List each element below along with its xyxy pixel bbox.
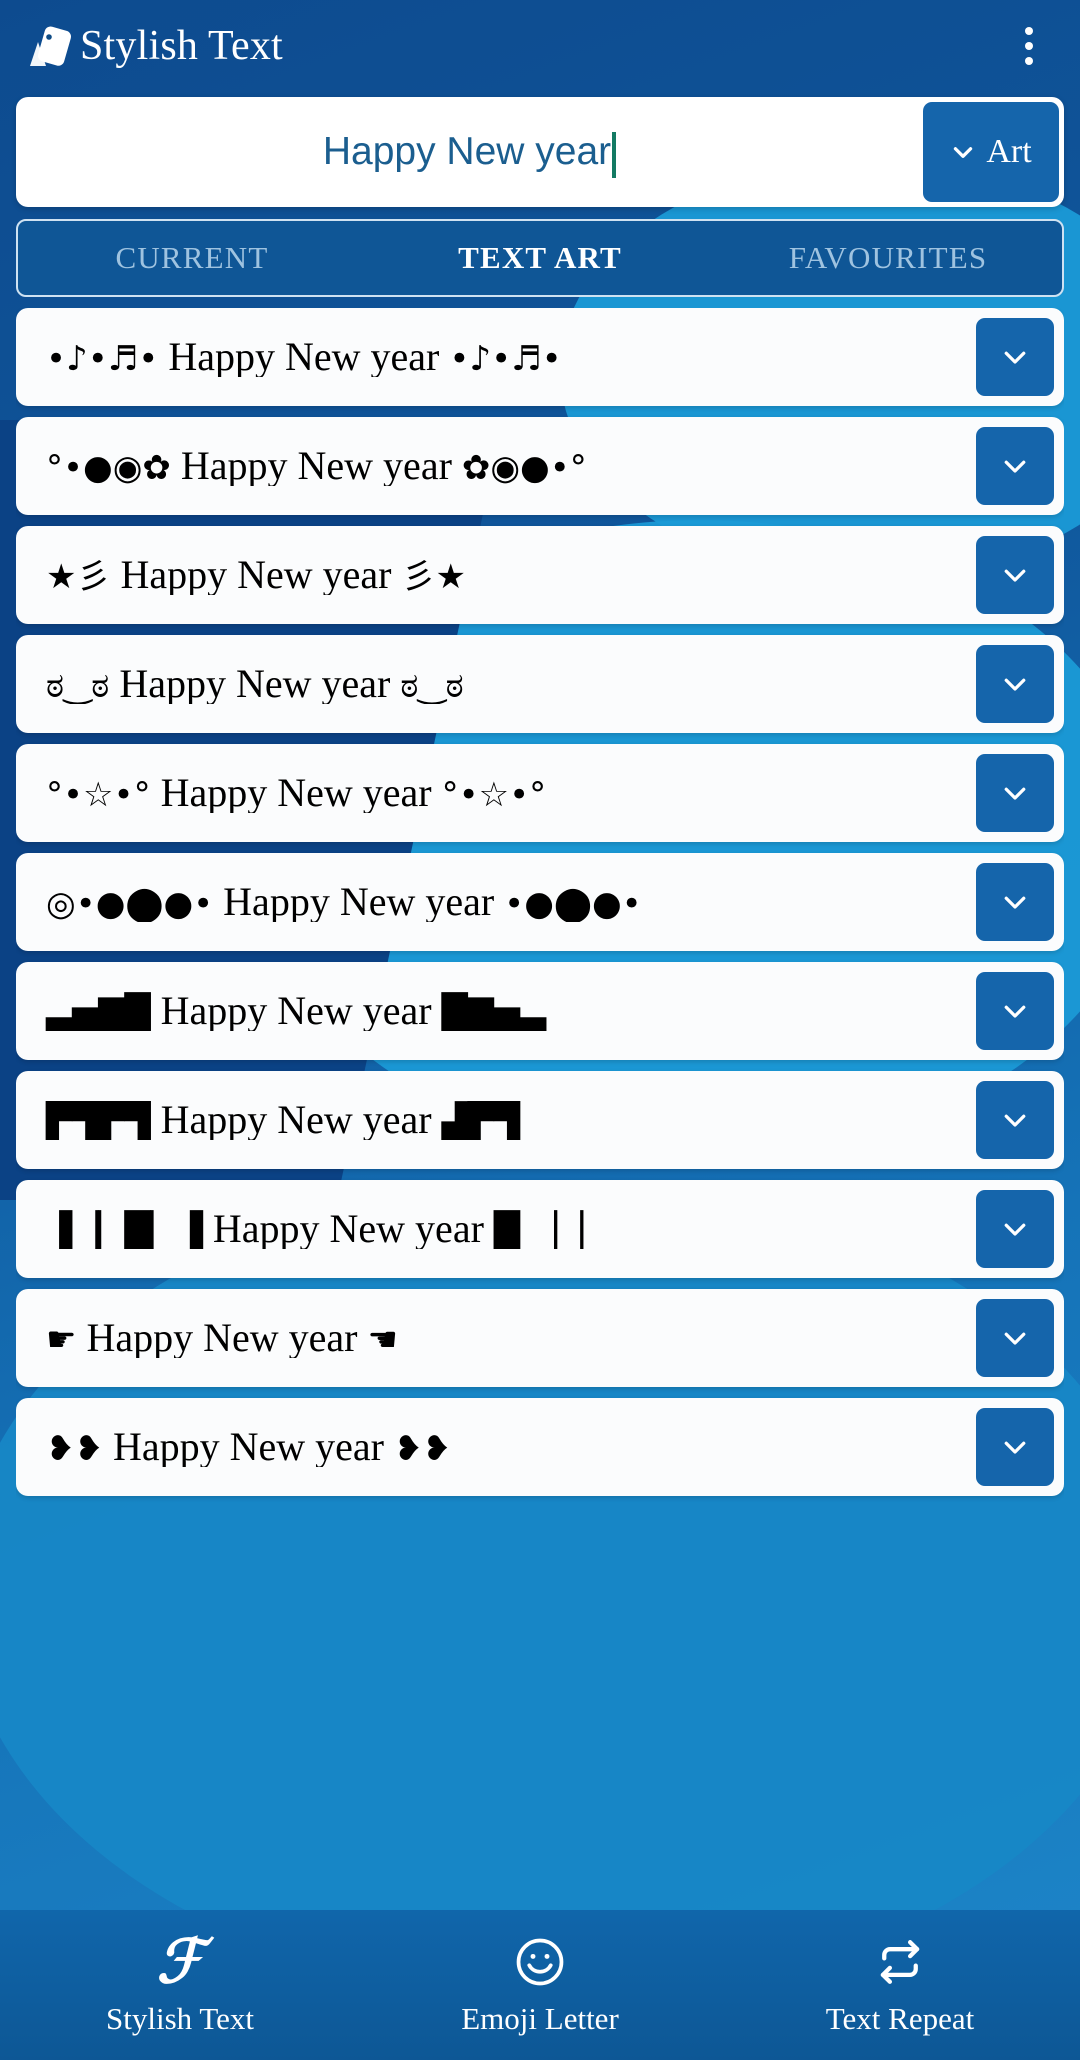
- text-art-body: Happy New year: [158, 337, 450, 377]
- text-art-body: Happy New year: [213, 882, 505, 922]
- app-branding: Stylish Text: [28, 22, 283, 70]
- note-card-icon: [28, 22, 74, 70]
- text-art-body: Happy New year: [150, 773, 442, 813]
- text-art-preview: ☛ Happy New year ☚: [16, 1318, 976, 1358]
- chevron-down-icon[interactable]: [976, 972, 1054, 1050]
- text-art-preview: ▃▅▇█ Happy New year █▇▅▃: [16, 991, 976, 1031]
- text-art-body: Happy New year: [170, 446, 462, 486]
- art-button-label: Art: [986, 133, 1032, 170]
- text-art-suffix: 彡★: [401, 557, 466, 595]
- text-art-prefix: ◎•●⬤●•: [46, 884, 214, 922]
- text-art-prefix: ▛▜▛▜: [46, 1102, 151, 1140]
- nav-label-text-repeat: Text Repeat: [825, 2001, 975, 2036]
- text-art-suffix: ☚: [367, 1320, 398, 1358]
- bottom-navigation: ℱ Stylish Text Emoji Letter Text Repeat: [0, 1910, 1080, 2060]
- text-art-row[interactable]: ▃▅▇█ Happy New year █▇▅▃: [16, 962, 1064, 1060]
- text-art-preview: °•☆•° Happy New year °•☆•°: [16, 773, 976, 813]
- text-art-prefix: •♪•♬•: [46, 339, 159, 377]
- text-art-prefix: ☛: [46, 1320, 77, 1358]
- nav-item-stylish-text[interactable]: ℱ Stylish Text: [0, 1929, 360, 2037]
- text-art-list[interactable]: •♪•♬• Happy New year •♪•♬• °•●◉✿ Happy Ne…: [16, 308, 1064, 1915]
- text-art-prefix: ▐▕▏█▏▐: [46, 1211, 203, 1249]
- nav-item-text-repeat[interactable]: Text Repeat: [720, 1933, 1080, 2037]
- text-caret: [612, 132, 617, 178]
- text-art-body: Happy New year: [102, 1427, 394, 1467]
- text-art-row[interactable]: °•●◉✿ Happy New year ✿◉●•°: [16, 417, 1064, 515]
- text-art-row[interactable]: ★彡 Happy New year 彡★: [16, 526, 1064, 624]
- text-input-value: Happy New year: [322, 130, 612, 173]
- text-art-preview: ◎•●⬤●• Happy New year •●⬤●•: [16, 882, 976, 922]
- nav-label-stylish-text: Stylish Text: [106, 2001, 254, 2036]
- text-art-suffix: °•☆•°: [441, 775, 547, 813]
- text-art-body: Happy New year: [110, 555, 402, 595]
- chevron-down-icon[interactable]: [976, 645, 1054, 723]
- search-input[interactable]: Happy New year: [16, 97, 923, 207]
- nav-label-emoji-letter: Emoji Letter: [461, 2001, 619, 2036]
- text-art-row[interactable]: ಠ‿ಠ Happy New year ಠ‿ಠ: [16, 635, 1064, 733]
- text-art-body: Happy New year: [76, 1318, 368, 1358]
- text-art-preview: ▐▕▏█▏▐ Happy New year █ ▕▕: [16, 1209, 976, 1249]
- text-art-row[interactable]: °•☆•° Happy New year °•☆•°: [16, 744, 1064, 842]
- chevron-down-icon[interactable]: [976, 536, 1054, 614]
- text-art-row[interactable]: ▛▜▛▜ Happy New year ▟▛▜: [16, 1071, 1064, 1169]
- overflow-dot: [1025, 27, 1033, 35]
- text-art-prefix: ಠ‿ಠ: [46, 666, 110, 704]
- tab-bar: CURRENT TEXT ART FAVOURITES: [16, 219, 1064, 297]
- text-art-body: Happy New year: [150, 991, 442, 1031]
- chevron-down-icon[interactable]: [976, 863, 1054, 941]
- text-art-suffix: •●⬤●•: [504, 884, 642, 922]
- text-art-body: Happy New year: [202, 1209, 494, 1249]
- text-art-body: Happy New year: [109, 664, 401, 704]
- text-art-prefix: °•☆•°: [46, 775, 151, 813]
- chevron-down-icon[interactable]: [976, 754, 1054, 832]
- page-title: Stylish Text: [80, 23, 283, 69]
- text-art-preview: ★彡 Happy New year 彡★: [16, 555, 976, 595]
- text-art-preview: ಠ‿ಠ Happy New year ಠ‿ಠ: [16, 664, 976, 704]
- text-art-suffix: ✿◉●•°: [461, 448, 587, 486]
- chevron-down-icon[interactable]: [976, 427, 1054, 505]
- nav-item-emoji-letter[interactable]: Emoji Letter: [360, 1933, 720, 2037]
- art-dropdown-button[interactable]: Art: [923, 102, 1059, 202]
- chevron-down-icon[interactable]: [976, 1081, 1054, 1159]
- chevron-down-icon[interactable]: [976, 318, 1054, 396]
- text-art-prefix: ★彡: [46, 557, 111, 595]
- smiley-face-icon: [512, 1933, 568, 1991]
- text-art-prefix: ▃▅▇█: [46, 993, 151, 1031]
- overflow-dot: [1025, 57, 1033, 65]
- text-art-suffix: ▟▛▜: [441, 1102, 521, 1140]
- text-art-suffix: ❥❥: [393, 1429, 451, 1467]
- text-art-body: Happy New year: [150, 1100, 442, 1140]
- tab-favourites[interactable]: FAVOURITES: [714, 240, 1062, 276]
- app-bar: Stylish Text: [0, 0, 1080, 92]
- text-input-card: Happy New year Art: [16, 97, 1064, 207]
- overflow-dot: [1025, 42, 1033, 50]
- chevron-down-icon[interactable]: [976, 1190, 1054, 1268]
- text-art-row[interactable]: ◎•●⬤●• Happy New year •●⬤●•: [16, 853, 1064, 951]
- text-art-preview: •♪•♬• Happy New year •♪•♬•: [16, 337, 976, 377]
- tab-current[interactable]: CURRENT: [18, 240, 366, 276]
- text-art-row[interactable]: ☛ Happy New year ☚: [16, 1289, 1064, 1387]
- tab-text-art[interactable]: TEXT ART: [366, 240, 714, 276]
- text-art-prefix: ❥❥: [46, 1429, 103, 1467]
- script-f-icon: ℱ: [156, 1929, 204, 1995]
- repeat-arrows-icon: [873, 1933, 927, 1991]
- text-art-suffix: ಠ‿ಠ: [400, 666, 464, 704]
- text-art-row[interactable]: •♪•♬• Happy New year •♪•♬•: [16, 308, 1064, 406]
- text-art-preview: ▛▜▛▜ Happy New year ▟▛▜: [16, 1100, 976, 1140]
- more-vertical-icon[interactable]: [1006, 18, 1052, 74]
- text-art-row[interactable]: ▐▕▏█▏▐ Happy New year █ ▕▕: [16, 1180, 1064, 1278]
- text-art-preview: ❥❥ Happy New year ❥❥: [16, 1427, 976, 1467]
- text-art-suffix: █ ▕▕: [493, 1211, 584, 1249]
- text-art-row[interactable]: ❥❥ Happy New year ❥❥: [16, 1398, 1064, 1496]
- text-art-preview: °•●◉✿ Happy New year ✿◉●•°: [16, 446, 976, 486]
- chevron-down-icon[interactable]: [976, 1299, 1054, 1377]
- text-art-prefix: °•●◉✿: [46, 448, 171, 486]
- text-art-suffix: █▇▅▃: [441, 993, 547, 1031]
- chevron-down-icon: [950, 139, 976, 165]
- text-art-suffix: •♪•♬•: [449, 339, 562, 377]
- chevron-down-icon[interactable]: [976, 1408, 1054, 1486]
